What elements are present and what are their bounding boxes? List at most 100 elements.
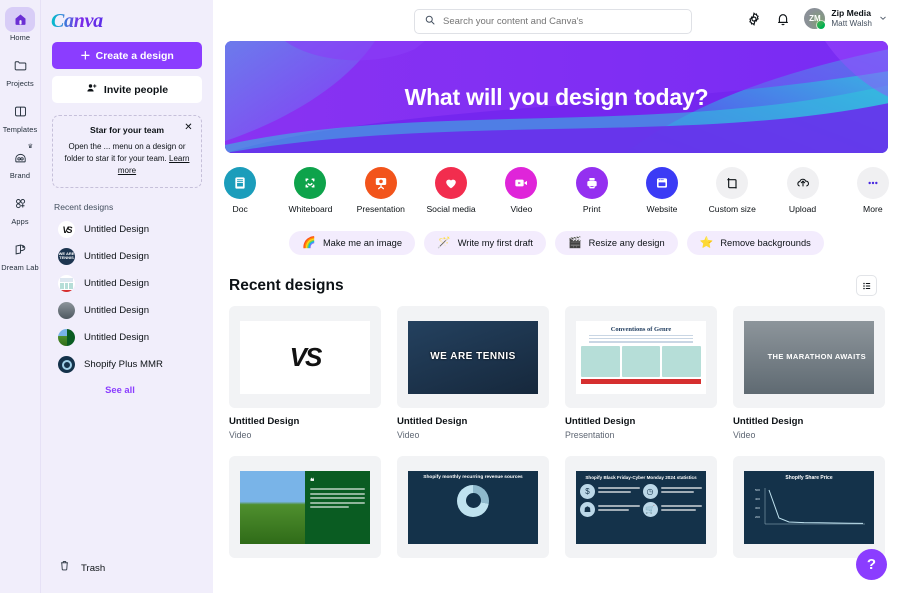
design-name: Untitled Design [397,416,468,427]
design-thumbnail [58,302,75,319]
design-thumbnail [58,275,75,292]
design-type: Presentation [565,430,615,440]
chevron-down-icon[interactable] [878,10,888,28]
more-dots-icon [856,167,889,199]
pill-remove-backgrounds[interactable]: ⭐ Remove backgrounds [686,231,824,255]
thumbnail-text: Shopify Black Friday-Cyber Monday 2024 s… [585,474,697,480]
rail-item-projects[interactable]: Projects [0,53,41,88]
category-label: Custom size [708,204,756,214]
design-card[interactable]: WE ARE TENNIS Untitled Design Video [397,306,549,440]
list-item[interactable]: Untitled Design [41,297,213,324]
help-button[interactable]: ? [856,549,887,580]
svg-text:200: 200 [755,515,760,519]
thumbnail-art-vs: VS [240,320,370,394]
pill-write-my-first-draft[interactable]: 🪄 Write my first draft [424,231,546,255]
category-more[interactable]: More [846,167,900,214]
apps-icon [5,191,35,216]
design-card[interactable]: Conventions of Genre Untitled Design Pre… [565,306,717,440]
brand-icon: ♛ [5,144,35,170]
help-icon: ? [866,556,877,573]
tip-body: Open the ... menu on a design or folder … [62,141,192,177]
design-card[interactable]: Shopify Black Friday-Cyber Monday 2024 s… [565,456,717,566]
design-thumbnail: Shopify Black Friday-Cyber Monday 2024 s… [565,456,717,558]
design-name: Untitled Design [229,416,300,427]
sidebar-item-trash[interactable]: Trash [41,553,213,583]
list-item[interactable]: VS Untitled Design [41,216,213,243]
sidebar-recent-list: VS Untitled Design WE ARE TENNIS Untitled… [41,216,213,395]
close-icon[interactable]: ✕ [183,122,194,133]
list-item[interactable]: Shopify Plus MMR [41,351,213,378]
rail-label-templates: Templates [2,125,38,134]
bell-icon[interactable] [775,11,791,27]
thumbnail-text: Shopify monthly recurring revenue source… [423,474,523,480]
rail-label-home: Home [9,33,31,42]
sidebar-recent-heading: Recent designs [54,202,114,212]
list-item-label: Shopify Plus MMR [84,359,163,370]
account-menu[interactable]: ZM Zip Media Matt Walsh [804,8,888,30]
pill-make-me-an-image[interactable]: 🌈 Make me an image [289,231,415,255]
design-thumbnail: ❝ [229,456,381,558]
category-doc[interactable]: Doc [213,167,267,214]
category-upload[interactable]: Upload [775,167,829,214]
rail-label-apps: Apps [11,217,29,226]
canva-logo[interactable]: Canva [41,0,213,42]
design-thumbnail: VS [229,306,381,408]
see-all-link[interactable]: See all [27,378,213,395]
design-card[interactable]: Shopify monthly recurring revenue source… [397,456,549,566]
rail-label-brand: Brand [9,171,31,180]
invite-people-button[interactable]: Invite people [52,76,202,103]
rail-item-apps[interactable]: Apps [0,191,41,226]
design-card[interactable]: VS Untitled Design Video [229,306,381,440]
rail-item-templates[interactable]: Templates [0,99,41,134]
design-thumbnail: THE MARATHON AWAITS [733,306,885,408]
design-type: Video [733,430,756,440]
rail-label-dream-lab: Dream Lab [1,263,39,272]
recent-designs-grid: VS Untitled Design Video WE ARE TENNIS U… [213,296,900,566]
category-whiteboard[interactable]: Whiteboard [283,167,337,214]
list-item-label: Untitled Design [84,305,150,316]
design-name: Untitled Design [565,416,636,427]
category-label: Presentation [356,204,405,214]
design-thumbnail: Shopify monthly recurring revenue source… [397,456,549,558]
category-social-media[interactable]: Social media [424,167,478,214]
pill-label: Remove backgrounds [720,238,811,248]
search-input[interactable] [443,16,682,27]
rainbow-icon: 🌈 [302,236,316,249]
category-label: Whiteboard [288,204,333,214]
design-card[interactable]: ❝ [229,456,381,566]
design-thumbnail: WE ARE TENNIS [58,248,75,265]
list-view-icon[interactable] [856,275,877,296]
design-card[interactable]: THE MARATHON AWAITS Untitled Design Vide… [733,306,885,440]
search-bar[interactable] [414,9,692,34]
gear-icon[interactable] [746,11,762,27]
create-design-button[interactable]: ＋ Create a design [52,42,202,69]
design-thumbnail [58,329,75,346]
category-label: Upload [788,204,817,214]
list-item[interactable]: Untitled Design [41,324,213,351]
pill-resize-any-design[interactable]: 🎬 Resize any design [554,231,678,255]
suggestion-pills: 🌈 Make me an image 🪄 Write my first draf… [213,231,900,255]
design-thumbnail: VS [58,221,75,238]
design-thumbnail: Conventions of Genre [565,306,717,408]
list-item-label: Untitled Design [84,332,150,343]
svg-text:400: 400 [755,497,760,501]
upload-cloud-icon [786,167,819,199]
rail-item-dream-lab[interactable]: Dream Lab [0,237,41,272]
rail-item-home[interactable]: Home [0,7,41,42]
thumbnail-art-genre: Conventions of Genre [576,320,706,394]
category-website[interactable]: Website [635,167,689,214]
thumbnail-art-stats: Shopify Black Friday-Cyber Monday 2024 s… [576,470,706,544]
custom-size-icon [716,167,749,199]
list-item[interactable]: WE ARE TENNIS Untitled Design [41,243,213,270]
design-card[interactable]: Shopify Share Price 500 400 300 200 [733,456,885,566]
category-presentation[interactable]: Presentation [354,167,408,214]
avatar-initials: ZM [809,14,821,23]
thumbnail-art-tennis: WE ARE TENNIS [408,320,538,394]
rail-item-brand[interactable]: ♛ Brand [0,144,41,180]
list-item[interactable]: Untitled Design [41,270,213,297]
category-video[interactable]: Video [494,167,548,214]
category-label: Doc [232,204,248,214]
category-print[interactable]: Print [565,167,619,214]
thumbnail-text: THE MARATHON AWAITS [767,352,866,362]
category-custom-size[interactable]: Custom size [705,167,759,214]
